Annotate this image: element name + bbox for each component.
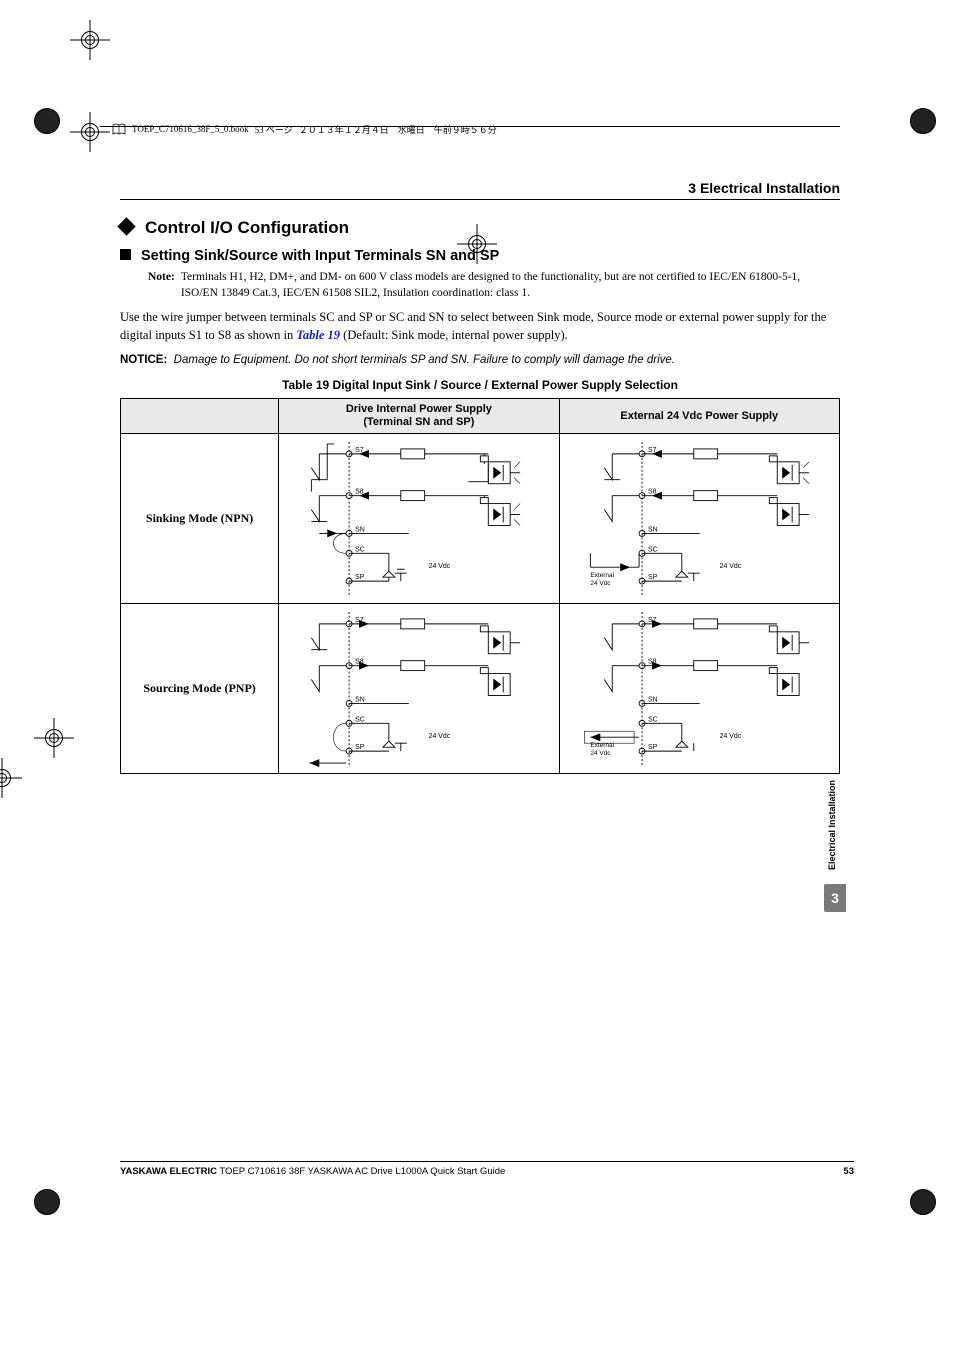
note: Note: Terminals H1, H2, DM+, and DM- on … [148,270,840,301]
svg-text:SN: SN [355,697,365,704]
svg-text:External: External [590,573,614,580]
diagram-sourcing-internal: S7 S8 SN SC [279,604,559,774]
reg-mark-bot-left [34,1189,60,1215]
svg-text:SC: SC [355,717,365,724]
proof-file: TOEP_C710616_38F_5_0.book [132,124,249,134]
footer-doc: TOEP C710616 38F YASKAWA AC Drive L1000A… [217,1166,505,1177]
svg-text:24 Vdc: 24 Vdc [429,734,451,741]
table-row-sinking: Sinking Mode (NPN) S7 S8 [121,434,840,604]
svg-text:SC: SC [648,717,658,724]
col1-hdr-text: Drive Internal Power Supply (Terminal SN… [346,403,492,428]
svg-text:24 Vdc: 24 Vdc [719,564,741,571]
note-lead: Note: [148,270,175,301]
reg-mark-top-right [910,108,936,134]
table-col1-header: Drive Internal Power Supply (Terminal SN… [279,399,559,434]
subsection-heading: Setting Sink/Source with Input Terminals… [120,248,840,264]
section-heading: Control I/O Configuration [120,218,840,238]
proof-date: ２０１３年１２月４日 水曜日 午前９時５６分 [299,123,497,136]
svg-text:24 Vdc: 24 Vdc [590,581,611,588]
note-text: Terminals H1, H2, DM+, and DM- on 600 V … [181,270,840,301]
crop-mark-mid-left [34,718,74,758]
row1-label: Sinking Mode (NPN) [121,434,279,604]
svg-text:SP: SP [355,575,365,582]
svg-text:SP: SP [648,745,658,752]
page-footer: YASKAWA ELECTRIC TOEP C710616 38F YASKAW… [120,1161,854,1177]
section-title: Control I/O Configuration [145,218,349,237]
svg-text:24 Vdc: 24 Vdc [719,734,741,741]
table-col2-header: External 24 Vdc Power Supply [559,399,839,434]
book-icon [112,122,126,136]
square-bullet-icon [120,249,131,260]
svg-text:SP: SP [648,575,658,582]
table-row-sourcing: Sourcing Mode (PNP) S7 S8 [121,604,840,774]
reg-mark-top-left [34,108,60,134]
crop-mark-top-left [70,112,110,152]
proof-header: TOEP_C710616_38F_5_0.book 53 ページ ２０１３年１２… [112,122,497,136]
side-tab-number: 3 [824,884,846,912]
side-tab-label: Electrical Installation [824,770,840,880]
subsection-title: Setting Sink/Source with Input Terminals… [141,248,499,264]
svg-text:SN: SN [648,527,658,534]
body-text-b: (Default: Sink mode, internal power supp… [340,328,568,342]
svg-text:24 Vdc: 24 Vdc [590,751,611,758]
notice-lead: NOTICE: [120,354,167,366]
row2-label: Sourcing Mode (PNP) [121,604,279,774]
svg-text:SN: SN [355,527,365,534]
footer-left: YASKAWA ELECTRIC TOEP C710616 38F YASKAW… [120,1166,505,1177]
side-tab: Electrical Installation 3 [824,770,850,912]
wiring-table: Drive Internal Power Supply (Terminal SN… [120,398,840,774]
crop-mark-mid-right [0,758,22,798]
diagram-sinking-external: S7 S8 SN SC [559,434,839,604]
running-head: 3 Electrical Installation [120,180,840,200]
body-paragraph: Use the wire jumper between terminals SC… [120,309,840,344]
diamond-bullet-icon [117,217,135,235]
table-corner [121,399,279,434]
reg-mark-bot-right [910,1189,936,1215]
crop-mark-bot-left [70,20,110,60]
svg-text:SN: SN [648,697,658,704]
svg-text:SC: SC [355,547,365,554]
svg-text:SP: SP [355,745,365,752]
footer-brand: YASKAWA ELECTRIC [120,1166,217,1177]
table-19-link[interactable]: Table 19 [296,328,340,342]
footer-page: 53 [843,1166,854,1177]
notice-msg: Damage to Equipment. Do not short termin… [174,354,675,366]
diagram-sourcing-external: S7 S8 SN SC [559,604,839,774]
diagram-sinking-internal: S7 S8 S [279,434,559,604]
svg-text:SC: SC [648,547,658,554]
notice: NOTICE: Damage to Equipment. Do not shor… [120,354,840,366]
table-caption: Table 19 Digital Input Sink / Source / E… [120,378,840,392]
svg-text:24 Vdc: 24 Vdc [429,564,451,571]
proof-page: 53 ページ [255,123,293,136]
